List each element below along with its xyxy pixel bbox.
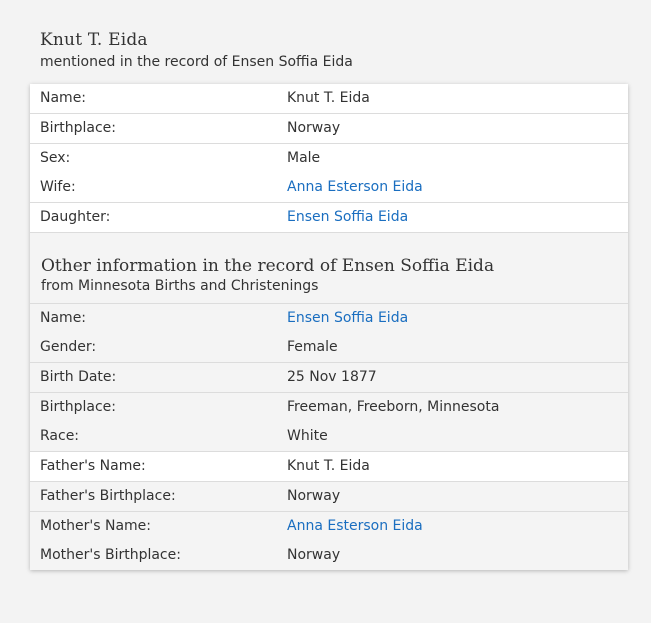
other-row-race: Race: White [30,422,628,452]
daughter-link[interactable]: Ensen Soffia Eida [287,203,408,232]
row-label: Father's Birthplace: [40,488,176,504]
mothers-name-link[interactable]: Anna Esterson Eida [287,512,423,541]
row-value: 25 Nov 1877 [287,369,377,385]
row-value: Norway [287,488,341,504]
other-row-fathers-name: Father's Name: Knut T. Eida [30,452,628,482]
row-value: Female [287,339,338,355]
row-value: Norway [287,547,341,563]
row-label: Name: [40,310,87,326]
other-info-header: Other information in the record of Ensen… [41,255,494,295]
row-label: Daughter: [40,209,111,225]
primary-row-sex: Sex: Male [30,144,628,174]
row-label: Birthplace: [40,120,116,136]
row-label: Birthplace: [40,399,116,415]
row-value: Freeman, Freeborn, Minnesota [287,399,500,415]
other-row-birthplace: Birthplace: Freeman, Freeborn, Minnesota [30,393,628,423]
row-label: Gender: [40,339,97,355]
primary-row-name: Name: Knut T. Eida [30,84,628,114]
primary-row-birthplace: Birthplace: Norway [30,114,628,144]
other-row-mothers-name: Mother's Name: Anna Esterson Eida [30,512,628,542]
row-value: Knut T. Eida [287,90,370,106]
row-value: White [287,428,328,444]
row-label: Father's Name: [40,458,146,474]
row-label: Wife: [40,179,76,195]
other-row-gender: Gender: Female [30,333,628,363]
row-value: Male [287,150,321,166]
person-header: Knut T. Eida mentioned in the record of … [40,29,353,72]
row-label: Sex: [40,150,71,166]
primary-row-wife: Wife: Anna Esterson Eida [30,173,628,203]
other-info-title: Other information in the record of Ensen… [41,256,495,276]
record-page: Knut T. Eida mentioned in the record of … [0,0,651,623]
row-label: Birth Date: [40,369,117,385]
other-row-mothers-birthplace: Mother's Birthplace: Norway [30,541,628,570]
row-label: Race: [40,428,80,444]
person-name: Knut T. Eida [40,30,148,50]
primary-row-daughter: Daughter: Ensen Soffia Eida [30,203,628,233]
other-row-fathers-birthplace: Father's Birthplace: Norway [30,482,628,512]
record-card: Name: Knut T. Eida Birthplace: Norway Se… [30,84,628,570]
row-label: Mother's Name: [40,518,151,534]
other-row-birth-date: Birth Date: 25 Nov 1877 [30,363,628,393]
row-value: Norway [287,120,341,136]
record-name-link[interactable]: Ensen Soffia Eida [287,304,408,333]
wife-link[interactable]: Anna Esterson Eida [287,173,423,202]
row-value: Knut T. Eida [287,458,370,474]
other-row-name: Name: Ensen Soffia Eida [30,303,628,334]
row-label: Name: [40,90,87,106]
other-info-subtitle: from Minnesota Births and Christenings [41,278,319,294]
row-label: Mother's Birthplace: [40,547,181,563]
person-mention: mentioned in the record of Ensen Soffia … [40,54,353,70]
